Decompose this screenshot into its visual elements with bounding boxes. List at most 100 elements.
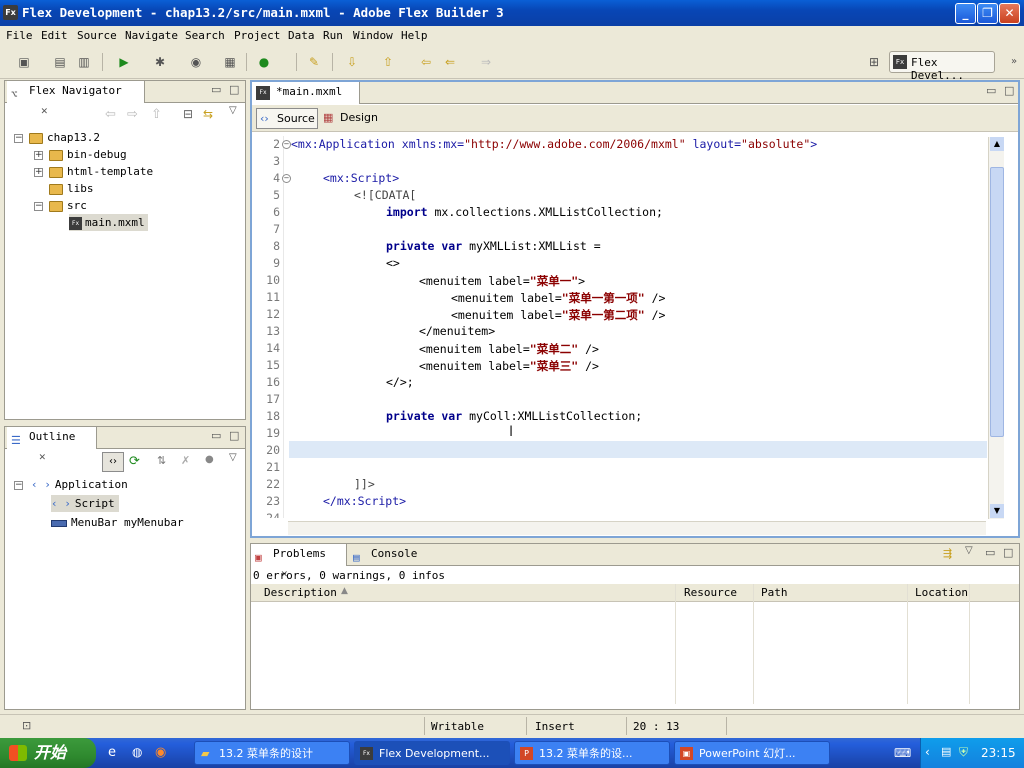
code-line[interactable]: <menuitem label="菜单三" />: [419, 358, 599, 374]
clock[interactable]: 23:15: [981, 746, 1016, 760]
menu-project[interactable]: Project: [234, 29, 280, 42]
filter-icon[interactable]: ⇶: [943, 547, 952, 560]
expand-icon[interactable]: +: [34, 151, 43, 160]
tree-item-html-template[interactable]: html-template: [49, 163, 153, 180]
link-editor-icon[interactable]: ⇆: [203, 107, 213, 121]
title-bar[interactable]: Fx Flex Development - chap13.2/src/main.…: [0, 0, 1024, 26]
menu-data[interactable]: Data: [288, 29, 315, 42]
hide-nonpublic-icon[interactable]: ●: [205, 454, 214, 465]
filter-icon[interactable]: ✗: [181, 454, 190, 467]
column-resource[interactable]: Resource: [684, 586, 737, 599]
scrollbar-thumb[interactable]: [990, 167, 1004, 437]
save-icon[interactable]: ▤: [52, 54, 68, 70]
code-line[interactable]: private var myXMLList:XMLList =: [386, 239, 601, 253]
tree-item-main-mxml[interactable]: Fx main.mxml: [69, 214, 148, 231]
back-icon[interactable]: ⇐: [442, 54, 458, 70]
scroll-up-icon[interactable]: ▲: [990, 137, 1004, 151]
new-icon[interactable]: ▣: [16, 54, 32, 70]
firefox-icon[interactable]: ◉: [155, 745, 166, 760]
more-perspectives-icon[interactable]: »: [1006, 54, 1022, 70]
code-line[interactable]: private var myColl:XMLListCollection;: [386, 409, 642, 423]
collapse-icon[interactable]: −: [34, 202, 43, 211]
tab-main-mxml[interactable]: Fx *main.mxml ✕: [252, 82, 360, 118]
task-powerpoint-doc[interactable]: P 13.2 菜单条的设...: [514, 741, 670, 765]
source-mode-button[interactable]: ‹› Source: [256, 108, 318, 129]
close-button[interactable]: ✕: [999, 3, 1020, 24]
code-line[interactable]: ]]>: [354, 477, 375, 491]
menu-search[interactable]: Search: [185, 29, 225, 42]
refresh-icon[interactable]: ⟳: [129, 454, 140, 469]
close-icon[interactable]: ✕: [39, 450, 46, 463]
media-icon[interactable]: ◍: [132, 745, 142, 759]
code-line[interactable]: <>: [386, 256, 400, 270]
view-menu-icon[interactable]: ▽: [229, 452, 237, 463]
maximize-button[interactable]: ❐: [977, 3, 998, 24]
collapse-icon[interactable]: −: [14, 481, 23, 490]
marker-icon[interactable]: ✎: [306, 54, 322, 70]
open-perspective-icon[interactable]: ⊞: [866, 54, 882, 70]
code-line[interactable]: <mx:Script>: [323, 171, 399, 185]
last-edit-icon[interactable]: ⇦: [418, 54, 434, 70]
minimize-button[interactable]: _: [955, 3, 976, 24]
keyboard-icon[interactable]: ⌨: [894, 746, 911, 760]
minimize-view-icon[interactable]: ▭: [211, 429, 221, 442]
design-mode-button[interactable]: ▦ Design: [320, 108, 380, 129]
horizontal-scrollbar[interactable]: [288, 521, 986, 535]
menu-window[interactable]: Window: [353, 29, 393, 42]
code-line[interactable]: <menuitem label="菜单一第二项" />: [451, 307, 665, 323]
run-icon[interactable]: ▶: [116, 54, 132, 70]
prev-annotation-icon[interactable]: ⇧: [380, 54, 396, 70]
fold-icon[interactable]: −: [282, 174, 291, 183]
code-line[interactable]: import mx.collections.XMLListCollection;: [386, 205, 663, 219]
forward-icon[interactable]: ⇒: [478, 54, 494, 70]
code-line[interactable]: </mx:Script>: [323, 494, 406, 508]
code-line[interactable]: </>;: [386, 375, 414, 389]
column-description[interactable]: Description: [264, 586, 337, 599]
code-line[interactable]: </menuitem>: [419, 324, 495, 338]
tab-problems[interactable]: ▣ Problems ✕: [251, 544, 347, 580]
up-nav-icon[interactable]: ⇧: [151, 107, 162, 122]
tab-outline[interactable]: ☰ Outline ✕: [7, 427, 97, 463]
tree-item-project[interactable]: chap13.2: [29, 129, 100, 146]
code-line[interactable]: <menuitem label="菜单一第一项" />: [451, 290, 665, 306]
tab-flex-navigator[interactable]: ⌥ Flex Navigator ✕: [7, 81, 145, 117]
network-icon[interactable]: ▤: [941, 745, 951, 758]
tree-item-src[interactable]: src: [49, 197, 87, 214]
debug-icon[interactable]: ✱: [152, 54, 168, 70]
ie-icon[interactable]: e: [108, 745, 116, 760]
collapse-icon[interactable]: −: [14, 134, 23, 143]
security-shield-icon[interactable]: ⛨: [959, 745, 968, 760]
column-path[interactable]: Path: [761, 586, 788, 599]
minimize-view-icon[interactable]: ▭: [986, 84, 996, 97]
menu-source[interactable]: Source: [77, 29, 117, 42]
collapse-all-icon[interactable]: ⊟: [183, 107, 193, 121]
view-menu-icon[interactable]: ▽: [229, 105, 237, 116]
maximize-view-icon[interactable]: □: [1003, 546, 1013, 559]
vertical-scrollbar[interactable]: ▲ ▼: [988, 137, 1004, 519]
expand-icon[interactable]: +: [34, 168, 43, 177]
scroll-down-icon[interactable]: ▼: [990, 504, 1004, 518]
start-button[interactable]: 开始: [0, 738, 96, 768]
outline-item-script[interactable]: ‹ › Script: [51, 495, 119, 512]
tray-expand-icon[interactable]: ‹: [925, 745, 930, 759]
maximize-view-icon[interactable]: □: [229, 429, 239, 442]
fast-view-icon[interactable]: ⊡: [22, 719, 31, 732]
print-icon[interactable]: ▥: [76, 54, 92, 70]
tab-console[interactable]: ▤ Console: [349, 544, 429, 566]
external-tools-icon[interactable]: ●: [256, 54, 272, 70]
maximize-view-icon[interactable]: □: [229, 83, 239, 96]
task-powerpoint-show[interactable]: ▣ PowerPoint 幻灯...: [674, 741, 830, 765]
profile-icon[interactable]: ◉: [188, 54, 204, 70]
code-line[interactable]: <menuitem label="菜单一">: [419, 273, 585, 289]
task-folder[interactable]: ▰ 13.2 菜单条的设计: [194, 741, 350, 765]
outline-item-application[interactable]: ‹ › Application: [31, 476, 128, 493]
show-source-icon[interactable]: ‹›: [102, 452, 124, 472]
close-icon[interactable]: ✕: [41, 104, 48, 117]
tree-item-libs[interactable]: libs: [49, 180, 94, 197]
column-location[interactable]: Location: [915, 586, 968, 599]
minimize-view-icon[interactable]: ▭: [211, 83, 221, 96]
sort-icon[interactable]: ⇅: [157, 454, 166, 467]
forward-nav-icon[interactable]: ⇨: [127, 107, 138, 122]
code-line[interactable]: <![CDATA[: [354, 188, 416, 202]
menu-run[interactable]: Run: [323, 29, 343, 42]
